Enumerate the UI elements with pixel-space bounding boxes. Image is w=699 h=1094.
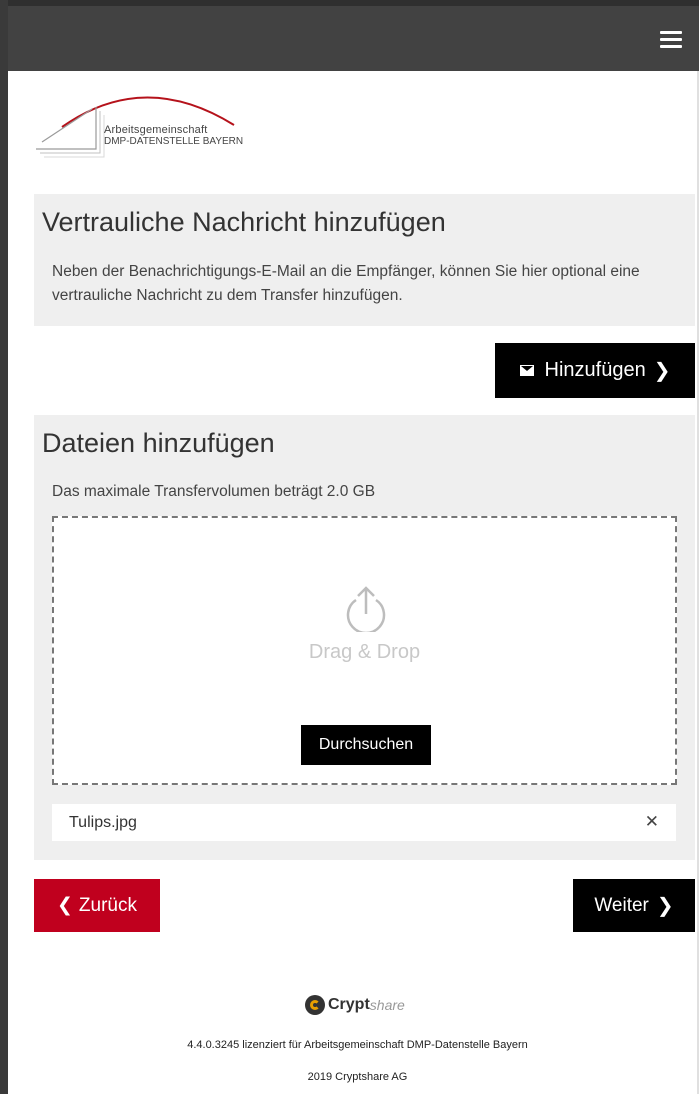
license-text: 4.4.0.3245 lizenziert für Arbeitsgemeins…: [187, 1039, 528, 1051]
brand-bold: Crypt: [328, 996, 370, 1013]
envelope-icon: [519, 365, 534, 376]
top-bar-edge: [8, 0, 699, 6]
file-name: Tulips.jpg: [69, 814, 137, 831]
hamburger-menu-icon[interactable]: [660, 31, 682, 49]
brand-light: share: [369, 997, 405, 1013]
cryptshare-logo-icon: [305, 995, 325, 1015]
top-bar: [8, 0, 699, 71]
chevron-right-icon: ❯: [653, 360, 671, 382]
copyright-text: 2019 Cryptshare AG: [307, 1071, 408, 1083]
company-logo: Arbeitsgemeinschaft DMP-DATENSTELLE BAYE…: [34, 87, 254, 162]
message-section-description: Neben der Benachrichtigungs-E-Mail an di…: [52, 263, 640, 304]
app-frame: Arbeitsgemeinschaft DMP-DATENSTELLE BAYE…: [0, 0, 699, 1094]
next-button-label: Weiter: [594, 894, 649, 916]
files-section-title: Dateien hinzufügen: [42, 428, 275, 458]
drag-drop-text: Drag & Drop: [308, 641, 421, 663]
add-message-label: Hinzufügen: [544, 359, 646, 381]
add-message-button[interactable]: Hinzufügen ❯: [495, 343, 695, 398]
cryptshare-logo[interactable]: Crypt share: [305, 993, 405, 1017]
chevron-right-icon: ❯: [656, 895, 674, 917]
back-button-label: Zurück: [78, 894, 137, 916]
next-button[interactable]: Weiter ❯: [573, 879, 695, 932]
logo-line2: DMP-DATENSTELLE BAYERN: [104, 136, 244, 147]
file-list-item: Tulips.jpg ✕: [52, 804, 676, 841]
confidential-message-panel: Vertrauliche Nachricht hinzufügen Neben …: [34, 194, 695, 326]
logo-line1: Arbeitsgemeinschaft: [104, 124, 208, 136]
upload-icon: [346, 586, 386, 632]
message-section-title: Vertrauliche Nachricht hinzufügen: [42, 207, 446, 237]
file-drop-zone[interactable]: Drag & Drop Durchsuchen: [52, 516, 677, 785]
browse-button[interactable]: Durchsuchen: [301, 725, 431, 765]
back-button[interactable]: ❮ Zurück: [34, 879, 160, 932]
chevron-left-icon: ❮: [57, 895, 73, 916]
transfer-limit-text: Das maximale Transfervolumen beträgt 2.0…: [52, 483, 376, 500]
remove-file-icon[interactable]: ✕: [645, 812, 659, 832]
